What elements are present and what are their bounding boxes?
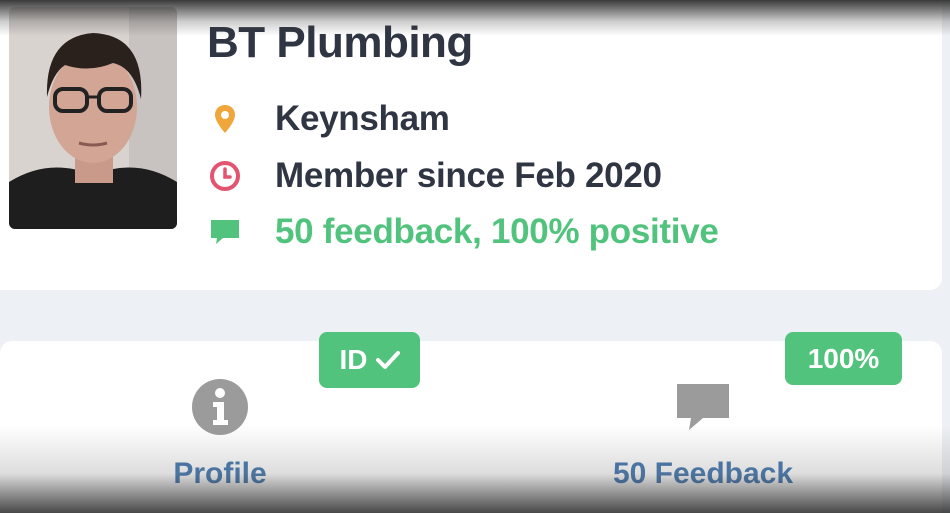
clock-icon xyxy=(207,158,243,194)
feedback-summary-row: 50 feedback, 100% positive xyxy=(207,212,719,252)
chat-bubble-icon xyxy=(207,214,243,250)
avatar[interactable] xyxy=(9,7,177,229)
feedback-summary-text: 50 feedback, 100% positive xyxy=(275,212,719,251)
member-since-text: Member since Feb 2020 xyxy=(275,156,662,195)
location-row: Keynsham xyxy=(207,99,450,139)
info-icon xyxy=(190,377,250,437)
id-badge-label: ID xyxy=(339,344,368,375)
tab-profile[interactable]: Profile xyxy=(120,341,320,513)
map-pin-icon xyxy=(207,101,243,137)
location-text: Keynsham xyxy=(275,99,450,138)
positive-percent-badge: 100% xyxy=(785,332,902,385)
chat-bubble-icon xyxy=(673,377,733,437)
business-name: BT Plumbing xyxy=(207,18,473,67)
profile-header-card: BT Plumbing Keynsham Member since Feb 20… xyxy=(0,0,942,290)
member-since-row: Member since Feb 2020 xyxy=(207,156,662,196)
tab-feedback[interactable]: 50 Feedback xyxy=(593,341,813,513)
tab-feedback-label: 50 Feedback xyxy=(612,457,794,490)
tab-profile-label: Profile xyxy=(173,457,267,490)
check-icon xyxy=(375,350,400,370)
id-verified-badge: ID xyxy=(319,332,420,388)
